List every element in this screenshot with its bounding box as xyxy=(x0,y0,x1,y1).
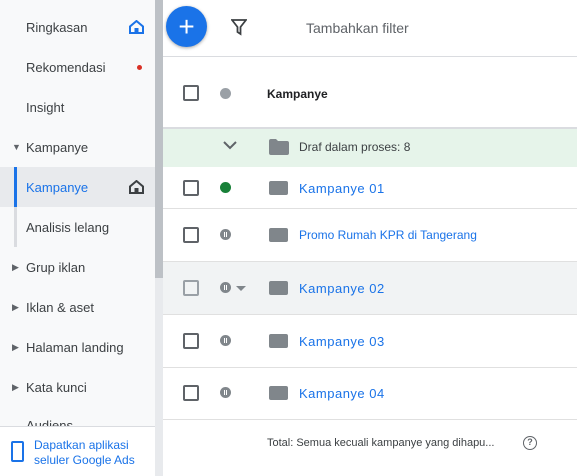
search-campaign-icon xyxy=(269,334,288,348)
total-label: Total: Semua kecuali kampanye yang dihap… xyxy=(267,437,495,449)
sidebar-item-label: Iklan & aset xyxy=(26,299,94,315)
draft-label: Draf dalam proses: 8 xyxy=(299,140,411,154)
folder-icon xyxy=(269,139,289,155)
search-campaign-icon xyxy=(269,228,288,242)
row-checkbox[interactable] xyxy=(183,180,199,196)
filter-icon[interactable] xyxy=(231,19,247,36)
caret-right-icon: ▶ xyxy=(12,341,19,352)
status-dropdown-icon[interactable] xyxy=(236,286,246,291)
paused-status-icon[interactable] xyxy=(220,387,231,398)
campaign-name-link[interactable]: Kampanye 01 xyxy=(299,181,385,196)
table-header: Kampanye xyxy=(163,57,577,129)
sidebar-item-grup-iklan[interactable]: ▶ Grup iklan xyxy=(0,247,155,287)
table-total-row: Total: Semua kecuali kampanye yang dihap… xyxy=(163,420,577,466)
row-checkbox[interactable] xyxy=(183,333,199,349)
add-button[interactable]: + xyxy=(166,6,207,47)
sidebar-item-ringkasan[interactable]: Ringkasan xyxy=(0,7,155,47)
home-icon xyxy=(129,180,144,194)
campaign-name-link[interactable]: Kampanye 03 xyxy=(299,334,385,349)
sidebar-item-kampanye[interactable]: Kampanye xyxy=(0,167,155,207)
caret-right-icon: ▶ xyxy=(12,301,19,312)
sidebar-item-label: Insight xyxy=(26,99,65,115)
status-header-icon[interactable] xyxy=(220,88,231,99)
chevron-down-icon[interactable] xyxy=(223,141,237,150)
sidebar-item-rekomendasi[interactable]: Rekomendasi xyxy=(0,47,155,87)
search-campaign-icon xyxy=(269,386,288,400)
row-checkbox[interactable] xyxy=(183,385,199,401)
sidebar-item-analisis-lelang[interactable]: Analisis lelang xyxy=(0,207,155,247)
sidebar-item-label: Halaman landing xyxy=(26,339,124,355)
draft-row[interactable]: Draf dalam proses: 8 xyxy=(163,129,577,167)
campaign-name-link[interactable]: Promo Rumah KPR di Tangerang xyxy=(299,228,477,242)
sidebar-item-iklan-aset[interactable]: ▶ Iklan & aset xyxy=(0,287,155,327)
campaign-name-link[interactable]: Kampanye 04 xyxy=(299,386,385,401)
sidebar-item-label: Grup iklan xyxy=(26,259,86,275)
table-row[interactable]: Kampanye 04 xyxy=(163,368,577,420)
home-icon xyxy=(129,20,144,34)
sidebar-item-halaman-landing[interactable]: ▶ Halaman landing xyxy=(0,327,155,367)
paused-status-icon[interactable] xyxy=(220,282,231,293)
sidebar-item-label: Ringkasan xyxy=(26,19,88,35)
add-filter-button[interactable]: Tambahkan filter xyxy=(306,20,409,36)
sidebar-item-label: Kampanye xyxy=(26,179,89,195)
caret-right-icon: ▶ xyxy=(12,261,19,272)
notification-dot xyxy=(137,65,142,70)
table-row[interactable]: Kampanye 03 xyxy=(163,315,577,368)
row-checkbox[interactable] xyxy=(183,227,199,243)
sidebar-item-label: Rekomendasi xyxy=(26,59,106,75)
campaign-name-link[interactable]: Kampanye 02 xyxy=(299,281,385,296)
table-row[interactable]: Kampanye 01 xyxy=(163,167,577,209)
sidebar-item-label: Kata kunci xyxy=(26,379,87,395)
help-icon[interactable]: ? xyxy=(523,436,537,450)
caret-right-icon: ▶ xyxy=(12,381,19,392)
select-all-checkbox[interactable] xyxy=(183,85,199,101)
paused-status-icon[interactable] xyxy=(220,229,231,240)
table-row[interactable]: Promo Rumah KPR di Tangerang xyxy=(163,209,577,262)
search-campaign-icon xyxy=(269,181,288,195)
sidebar-item-insight[interactable]: Insight xyxy=(0,87,155,127)
caret-down-icon: ▼ xyxy=(12,142,21,152)
table-row[interactable]: Kampanye 02 xyxy=(163,262,577,315)
search-campaign-icon xyxy=(269,281,288,295)
sidebar-item-kampanye-group[interactable]: ▼ Kampanye xyxy=(0,127,155,167)
row-checkbox[interactable] xyxy=(183,280,199,296)
sidebar-item-kata-kunci[interactable]: ▶ Kata kunci xyxy=(0,367,155,407)
sidebar: Ringkasan Rekomendasi Insight ▼ Kampanye… xyxy=(0,0,155,476)
sidebar-item-label: Kampanye xyxy=(26,139,89,155)
app-promo-text: Dapatkan aplikasi seluler Google Ads xyxy=(34,438,135,467)
app-promo[interactable]: Dapatkan aplikasi seluler Google Ads xyxy=(0,426,155,476)
column-header-kampanye[interactable]: Kampanye xyxy=(267,87,328,101)
paused-status-icon[interactable] xyxy=(220,335,231,346)
sidebar-scrollbar-thumb[interactable] xyxy=(155,0,163,278)
sidebar-item-label: Analisis lelang xyxy=(26,219,110,235)
enabled-status-icon[interactable] xyxy=(220,182,231,193)
phone-download-icon xyxy=(11,441,24,462)
